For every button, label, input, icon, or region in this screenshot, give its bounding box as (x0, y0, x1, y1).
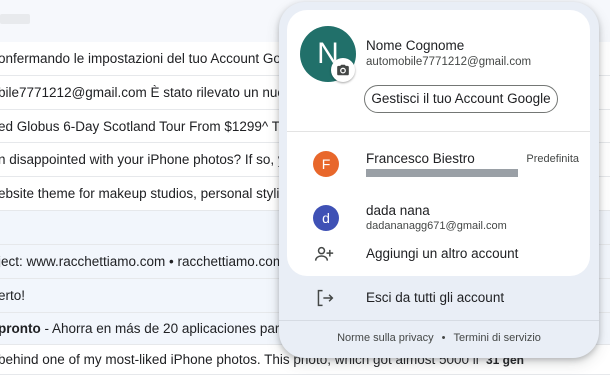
privacy-link[interactable]: Norme sulla privacy (337, 332, 434, 344)
account-item-name: dada nana (366, 203, 430, 218)
manage-account-button[interactable]: Gestisci il tuo Account Google (364, 85, 558, 113)
account-avatar: F (313, 151, 339, 177)
add-person-icon (314, 246, 334, 261)
account-item-email: dadananagg671@gmail.com (366, 220, 507, 232)
email-snippet: onfermando le impostazioni del tuo Accou… (0, 51, 315, 66)
email-snippet: ject: www.racchettiamo.com • racchettiam… (0, 254, 306, 269)
account-card: N Nome Cognome automobile7771212@gmail.c… (287, 10, 590, 276)
add-account-button[interactable]: Aggiungi un altro account (287, 236, 590, 272)
terms-link[interactable]: Termini di servizio (454, 332, 541, 344)
default-badge: Predefinita (526, 153, 579, 165)
logout-icon (317, 289, 334, 307)
footer-separator: • (441, 332, 446, 344)
email-snippet: ebsite theme for makeup studios, persona… (0, 186, 316, 201)
account-item-dada[interactable]: d dada nana dadananagg671@gmail.com (287, 190, 590, 242)
divider (279, 320, 599, 321)
add-account-label: Aggiungi un altro account (366, 246, 519, 261)
account-email: automobile7771212@gmail.com (366, 56, 532, 68)
email-snippet-text: - Ahorra en más de 20 aplicaciones para … (40, 321, 312, 336)
redacted-email (366, 169, 518, 177)
account-avatar: d (313, 205, 339, 231)
email-snippet: ed Globus 6-Day Scotland Tour From $1299… (0, 119, 323, 134)
email-snippet: pronto - Ahorra en más de 20 aplicacione… (0, 313, 312, 344)
email-sender: pronto (0, 321, 41, 336)
account-item-name: Francesco Biestro (366, 151, 475, 166)
logout-all-button[interactable]: Esci da tutti gli account (279, 282, 599, 312)
logout-label: Esci da tutti gli account (366, 290, 505, 305)
camera-icon (337, 64, 349, 76)
account-popover: N Nome Cognome automobile7771212@gmail.c… (279, 2, 599, 358)
email-snippet: n disappointed with your iPhone photos? … (0, 152, 315, 167)
divider (287, 131, 590, 132)
account-name: Nome Cognome (366, 38, 465, 53)
popover-footer: Norme sulla privacy • Termini di servizio (279, 332, 599, 344)
email-snippet: erto! (0, 288, 26, 303)
change-photo-button[interactable] (331, 58, 355, 82)
account-item-francesco[interactable]: F Francesco Biestro Predefinita (287, 137, 590, 189)
